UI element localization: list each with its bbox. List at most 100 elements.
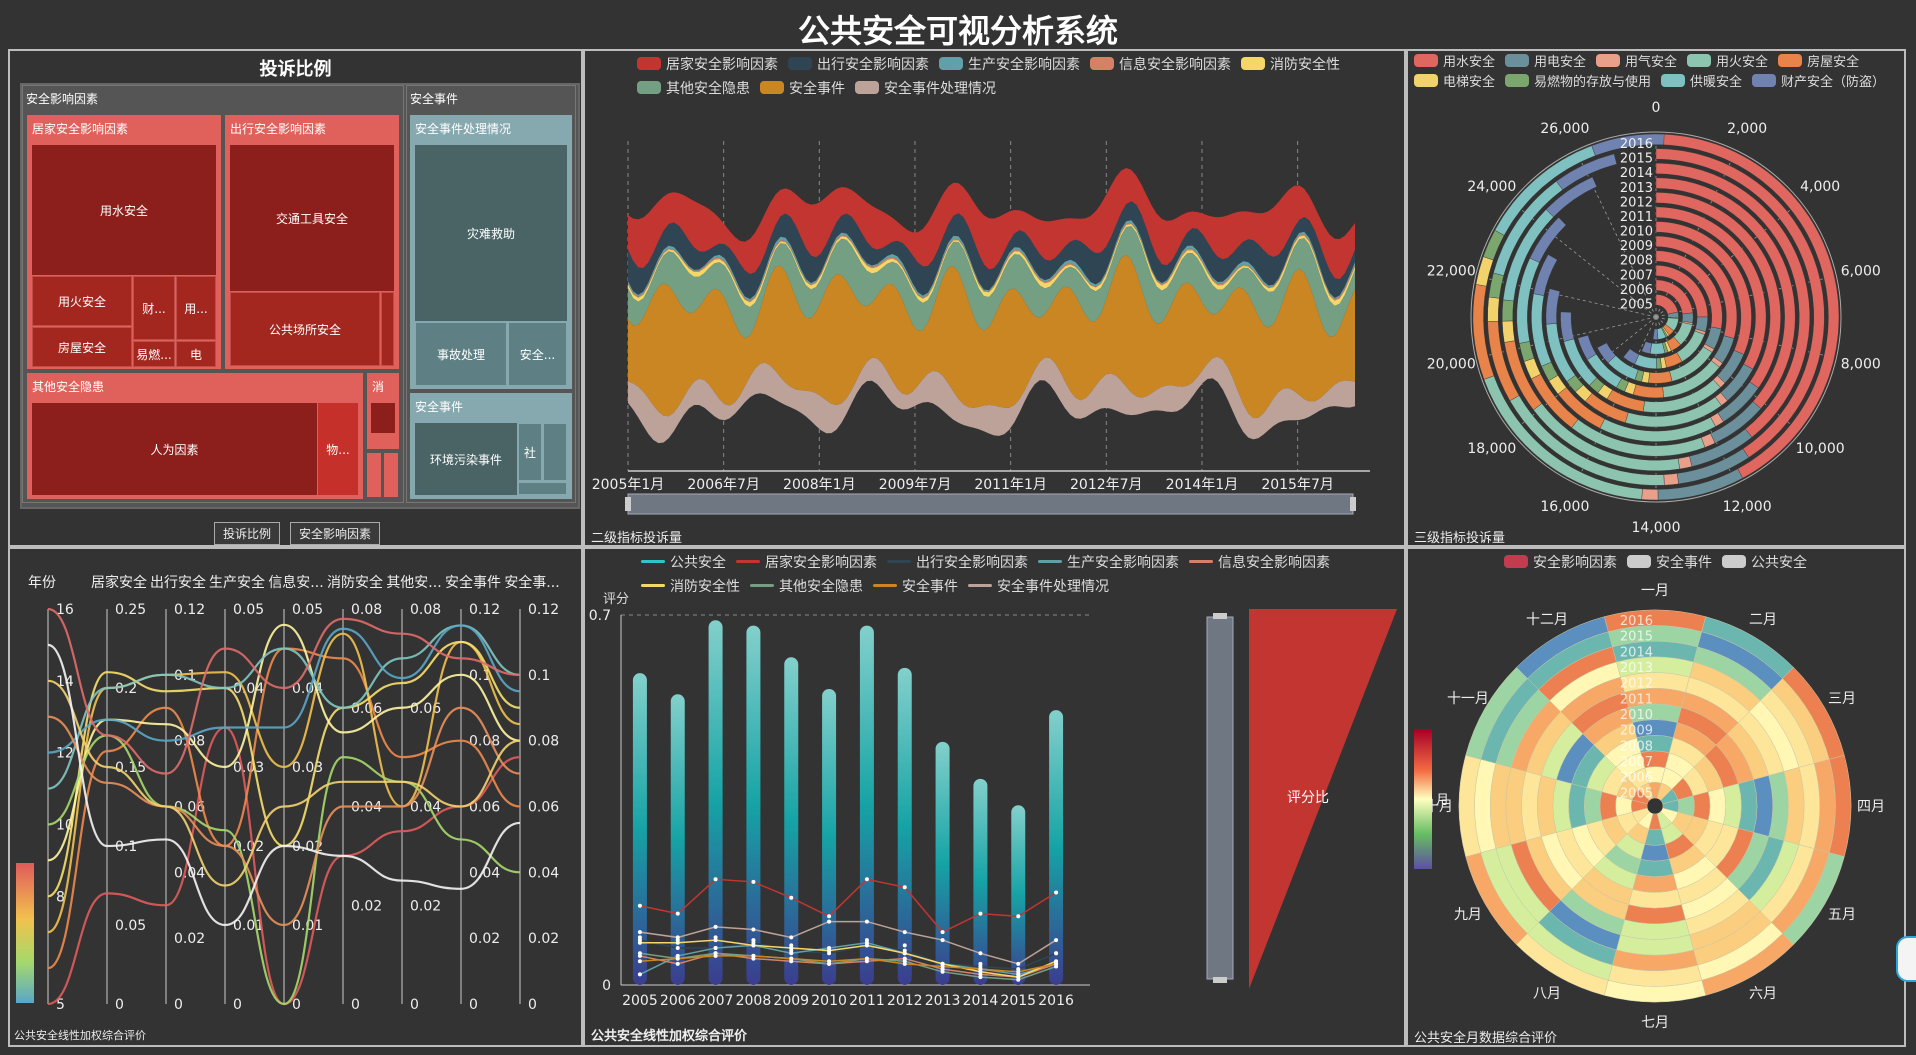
- cell-fire[interactable]: 用火安全: [32, 276, 132, 326]
- angle-tick-label: 12,000: [1723, 499, 1772, 515]
- breadcrumb-root[interactable]: 投诉比例: [214, 522, 281, 545]
- polar-bar-segment: [1648, 370, 1673, 384]
- bar-line-chart: 评分0.702005 2006 2007 2008 2009 2010 2011 2012 20…: [589, 592, 1397, 1009]
- angle-tick-label: 14,000: [1632, 520, 1681, 536]
- bar: [897, 667, 912, 985]
- series-point: [637, 951, 642, 956]
- series-point: [637, 930, 642, 935]
- visual-map-bar: [1414, 729, 1432, 869]
- bar-line-caption: 公共安全线性加权综合评价: [591, 1029, 748, 1044]
- month-label: 四月: [1857, 799, 1885, 815]
- x-tick-label: 2013: [925, 993, 961, 1009]
- series-point: [675, 938, 680, 943]
- series-point: [713, 877, 718, 882]
- bar: [822, 689, 837, 985]
- angle-tick-label: 18,000: [1467, 441, 1516, 457]
- month-label: 九月: [1454, 907, 1482, 923]
- polar-bar-segment: [1632, 384, 1664, 399]
- cell-event-small[interactable]: [543, 423, 567, 481]
- cell-she[interactable]: 社: [518, 423, 542, 481]
- side-float-tab[interactable]: [1896, 936, 1916, 982]
- axis-name: 消防安全: [327, 574, 383, 591]
- cell-yiran[interactable]: 易燃...: [133, 341, 175, 367]
- year-label: 2006: [1620, 283, 1653, 298]
- cell-public[interactable]: 公共场所安全: [230, 292, 380, 366]
- series-point: [1016, 972, 1021, 977]
- series-point: [675, 961, 680, 966]
- breadcrumb-current[interactable]: 安全影响因素: [290, 522, 381, 545]
- axis-name: 安全事...: [504, 574, 559, 591]
- axis-tick-label: 0.06: [528, 800, 559, 816]
- month-label: 三月: [1828, 691, 1856, 707]
- cell-house[interactable]: 房屋安全: [32, 327, 132, 367]
- series-point: [675, 946, 680, 950]
- cell-water[interactable]: 用水安全: [32, 145, 216, 275]
- series-point: [1054, 890, 1059, 895]
- group-other-label: 其他安全隐患: [32, 380, 105, 394]
- angle-tick-label: 22,000: [1427, 263, 1476, 279]
- cell-vehicle[interactable]: 交通工具安全: [230, 145, 394, 291]
- series-point: [978, 911, 983, 916]
- treemap-panel: 投诉比例 安全影响因素 居家安全影响因素 用水安全 用火安全 房屋安全 财...…: [8, 49, 583, 547]
- heat-cell: [1568, 783, 1588, 829]
- cell-dian[interactable]: 电: [176, 341, 216, 367]
- cell-travel-small[interactable]: [381, 292, 394, 366]
- cell-anquan[interactable]: 安全...: [508, 322, 567, 386]
- month-label: 十二月: [1526, 612, 1568, 628]
- group-safety-events-label: 安全事件: [410, 92, 459, 106]
- zoom-slider-vertical: [1206, 616, 1234, 980]
- series-point: [789, 935, 794, 940]
- series-point: [940, 930, 945, 935]
- x-tick-label: 2005年1月: [592, 477, 665, 493]
- cell-xiao-inner[interactable]: [371, 403, 395, 433]
- cell-human[interactable]: 人为因素: [32, 403, 317, 495]
- parallel-chart: 年份1614121085居家安全0.250.20.150.10.050出行安全0…: [16, 574, 560, 1013]
- series-line: [639, 955, 1057, 973]
- series-line: [640, 937, 1056, 974]
- series-point: [637, 940, 642, 945]
- series-point: [713, 953, 718, 958]
- treemap-title: 投诉比例: [259, 59, 332, 80]
- year-label: 2014: [1620, 166, 1653, 181]
- cell-accident[interactable]: 事故处理: [415, 322, 507, 386]
- x-tick-label: 2006年7月: [687, 477, 760, 493]
- series-point: [827, 959, 832, 964]
- series-point: [940, 961, 945, 966]
- series-point: [751, 938, 756, 943]
- cell-cai[interactable]: 财...: [133, 276, 175, 340]
- series-point: [751, 927, 756, 932]
- cell-tiny-2[interactable]: [384, 453, 398, 497]
- cell-yong[interactable]: 用...: [176, 276, 216, 340]
- bar: [935, 741, 950, 985]
- cell-rescue[interactable]: 灾难救助: [415, 145, 567, 321]
- group-handle-label: 安全事件处理情况: [415, 122, 512, 136]
- axis-tick-label: 0.25: [115, 602, 146, 618]
- x-tick-label: 2012: [887, 993, 923, 1009]
- axis-name: 其他安...: [386, 575, 441, 591]
- x-tick-label: 2015年7月: [1261, 477, 1334, 493]
- axis-tick-label: 0: [528, 997, 537, 1013]
- month-label: 二月: [1749, 612, 1777, 628]
- axis-tick-label: 0.04: [528, 865, 559, 881]
- group-travel-label: 出行安全影响因素: [230, 122, 327, 136]
- year-label: 2011: [1620, 210, 1653, 225]
- group-safety-factors-label: 安全影响因素: [26, 92, 99, 106]
- polar-bar-segment: [1545, 288, 1561, 325]
- axis-name: 年份: [28, 575, 56, 591]
- cell-pollution[interactable]: 环境污染事件: [415, 423, 517, 495]
- bar: [1011, 805, 1026, 985]
- x-tick-label: 2008: [736, 993, 772, 1009]
- polar-heat-chart: 2016201520142013201220112010200920082007…: [1414, 583, 1885, 1031]
- series-line: [639, 878, 1057, 934]
- cell-event-small-2[interactable]: [518, 482, 567, 495]
- angle-tick-label: 24,000: [1467, 179, 1516, 195]
- axis-tick-label: 0.08: [469, 734, 500, 750]
- cell-tiny-1[interactable]: [367, 453, 381, 497]
- bar: [708, 620, 723, 985]
- month-label: 六月: [1749, 986, 1777, 1002]
- series-point: [1054, 961, 1059, 966]
- cell-wu[interactable]: 物...: [318, 403, 358, 495]
- x-tick-label: 2008年1月: [783, 477, 856, 493]
- axis-tick-label: 0.12: [528, 602, 559, 618]
- stream-chart: 2005年1月 2006年7月 2008年1月 2009年7月 2011年1月 2012年…: [592, 141, 1370, 515]
